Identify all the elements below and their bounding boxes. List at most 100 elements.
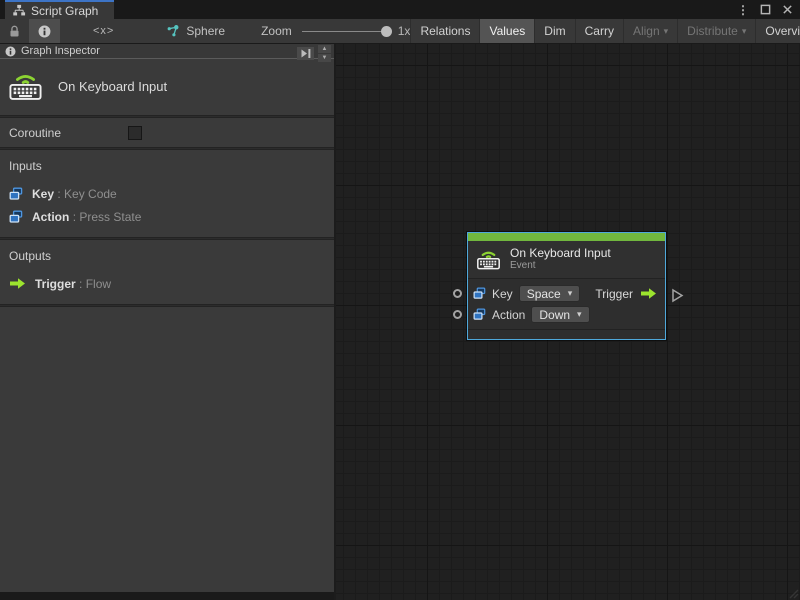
- relations-button[interactable]: Relations: [410, 19, 479, 43]
- action-value: Down: [539, 307, 571, 322]
- key-port-label: Key: [492, 286, 513, 301]
- outputs-section: Outputs Trigger : Flow: [0, 240, 334, 304]
- chevron-down-icon: ▾: [577, 309, 582, 319]
- lock-button[interactable]: [0, 19, 29, 43]
- node-body: Key Space ▾ Trigger Action Down ▾: [468, 279, 665, 329]
- inspector-header-label: Graph Inspector: [21, 45, 100, 57]
- script-graph-window: Script Graph ⋮ <x> Sphere Zoom 1x Relati…: [0, 0, 800, 600]
- input-action-text: Action : Press State: [32, 210, 141, 224]
- node-header[interactable]: On Keyboard Input Event: [468, 241, 665, 279]
- overview-button[interactable]: Overview: [755, 19, 800, 43]
- key-value-dropdown[interactable]: Space ▾: [518, 285, 581, 302]
- node-title: On Keyboard Input: [510, 246, 611, 260]
- overview-label: Overview: [765, 24, 800, 38]
- resize-gripper[interactable]: [787, 587, 799, 599]
- maximize-button[interactable]: [760, 4, 771, 15]
- action-input-port[interactable]: [453, 310, 462, 319]
- input-row-action: Action : Press State: [9, 205, 325, 228]
- inspector-maximize-button[interactable]: [297, 47, 314, 60]
- inspector-toggle-button[interactable]: [29, 19, 60, 43]
- tab-bar: Script Graph ⋮: [0, 0, 800, 19]
- unit-title: On Keyboard Input: [58, 78, 168, 94]
- graph-hierarchy-icon: [13, 4, 26, 16]
- coroutine-label: Coroutine: [9, 125, 62, 140]
- unit-title-section: On Keyboard Input: [0, 59, 334, 115]
- flow-arrow-icon: [641, 288, 656, 299]
- input-row-key: Key : Key Code: [9, 182, 325, 205]
- value-port-icon: [473, 287, 486, 299]
- event-color-bar: [468, 233, 665, 241]
- output-name: Trigger: [35, 276, 76, 291]
- window-menu-button[interactable]: ⋮: [737, 3, 749, 17]
- expand-panel-icon: [301, 49, 310, 58]
- keyboard-event-icon: [477, 251, 500, 269]
- inspector-scroll-spinner: ▲ ▼: [318, 45, 331, 62]
- zoom-slider[interactable]: [301, 25, 392, 37]
- value-port-icon: [9, 210, 23, 223]
- trigger-output-port[interactable]: [671, 288, 684, 303]
- chevron-down-icon: ▾: [567, 288, 573, 298]
- node-subtitle: Event: [510, 260, 536, 271]
- chevron-down-icon: ▾: [663, 25, 669, 36]
- lock-icon: [10, 25, 19, 36]
- graph-owner-label: Sphere: [186, 24, 226, 38]
- input-key-text: Key : Key Code: [32, 187, 117, 201]
- values-label: Values: [489, 24, 526, 38]
- flow-arrow-icon: [10, 278, 25, 289]
- graph-asset-icon: [167, 24, 179, 36]
- outputs-title: Outputs: [9, 249, 52, 263]
- on-keyboard-input-node[interactable]: On Keyboard Input Event Key Space ▾ Trig…: [467, 232, 666, 340]
- key-input-port[interactable]: [453, 289, 462, 298]
- code-preview-button[interactable]: <x>: [84, 19, 123, 43]
- zoom-value: 1x: [397, 24, 411, 38]
- close-button[interactable]: [782, 4, 793, 15]
- graph-inspector-panel: Graph Inspector ▲ ▼ On Keyboard Input Co…: [0, 44, 336, 600]
- graph-owner-button[interactable]: Sphere: [147, 19, 235, 43]
- scroll-up-button[interactable]: ▲: [318, 45, 331, 53]
- input-type: : Key Code: [57, 186, 117, 201]
- carry-button[interactable]: Carry: [574, 19, 623, 43]
- distribute-dropdown-button[interactable]: Distribute ▾: [677, 19, 755, 43]
- key-value: Space: [526, 286, 561, 301]
- chevron-down-icon: ▾: [741, 25, 747, 36]
- section-divider: [0, 304, 334, 307]
- action-port-label: Action: [492, 307, 526, 322]
- info-icon: [5, 45, 16, 57]
- keyboard-event-icon: [9, 75, 42, 100]
- inspector-header-controls: ▲ ▼: [297, 45, 331, 62]
- coroutine-row: Coroutine: [0, 118, 334, 147]
- value-port-icon: [9, 187, 23, 200]
- inputs-section: Inputs Key : Key Code Action : Press Sta…: [0, 150, 334, 237]
- code-icon: <x>: [93, 25, 115, 37]
- graph-canvas[interactable]: On Keyboard Input Event Key Space ▾ Trig…: [336, 44, 800, 600]
- trigger-port-group: Trigger: [595, 287, 659, 301]
- align-dropdown-button[interactable]: Align ▾: [622, 19, 677, 43]
- input-name: Action: [32, 209, 70, 224]
- coroutine-checkbox[interactable]: [128, 125, 142, 140]
- scroll-down-button[interactable]: ▼: [318, 54, 331, 62]
- distribute-label: Distribute: [687, 24, 738, 38]
- carry-label: Carry: [584, 24, 614, 38]
- action-port-row: Action Down ▾: [473, 304, 659, 325]
- input-type: : Press State: [72, 209, 142, 224]
- zoom-label: Zoom: [261, 24, 292, 38]
- key-port-row: Key Space ▾ Trigger: [473, 283, 659, 304]
- dim-label: Dim: [544, 24, 566, 38]
- output-row-trigger: Trigger : Flow: [9, 272, 325, 295]
- toolbar-button-group: Relations Values Dim Carry Align ▾ Distr…: [410, 19, 800, 43]
- values-button[interactable]: Values: [479, 19, 535, 43]
- panel-bottom-strip: [0, 592, 334, 600]
- relations-label: Relations: [420, 24, 471, 38]
- dim-button[interactable]: Dim: [534, 19, 574, 43]
- graph-toolbar: <x> Sphere Zoom 1x Relations Values Dim …: [0, 19, 800, 44]
- inspector-header[interactable]: Graph Inspector ▲ ▼: [0, 44, 334, 62]
- output-type: : Flow: [79, 276, 112, 291]
- zoom-slider-handle[interactable]: [380, 25, 392, 37]
- value-port-icon: [473, 308, 486, 320]
- trigger-label: Trigger: [595, 286, 633, 301]
- tab-script-graph[interactable]: Script Graph: [5, 0, 115, 19]
- action-value-dropdown[interactable]: Down ▾: [531, 306, 590, 323]
- input-name: Key: [32, 186, 55, 201]
- inputs-title: Inputs: [9, 159, 42, 173]
- zoom-control: Zoom 1x: [261, 19, 410, 43]
